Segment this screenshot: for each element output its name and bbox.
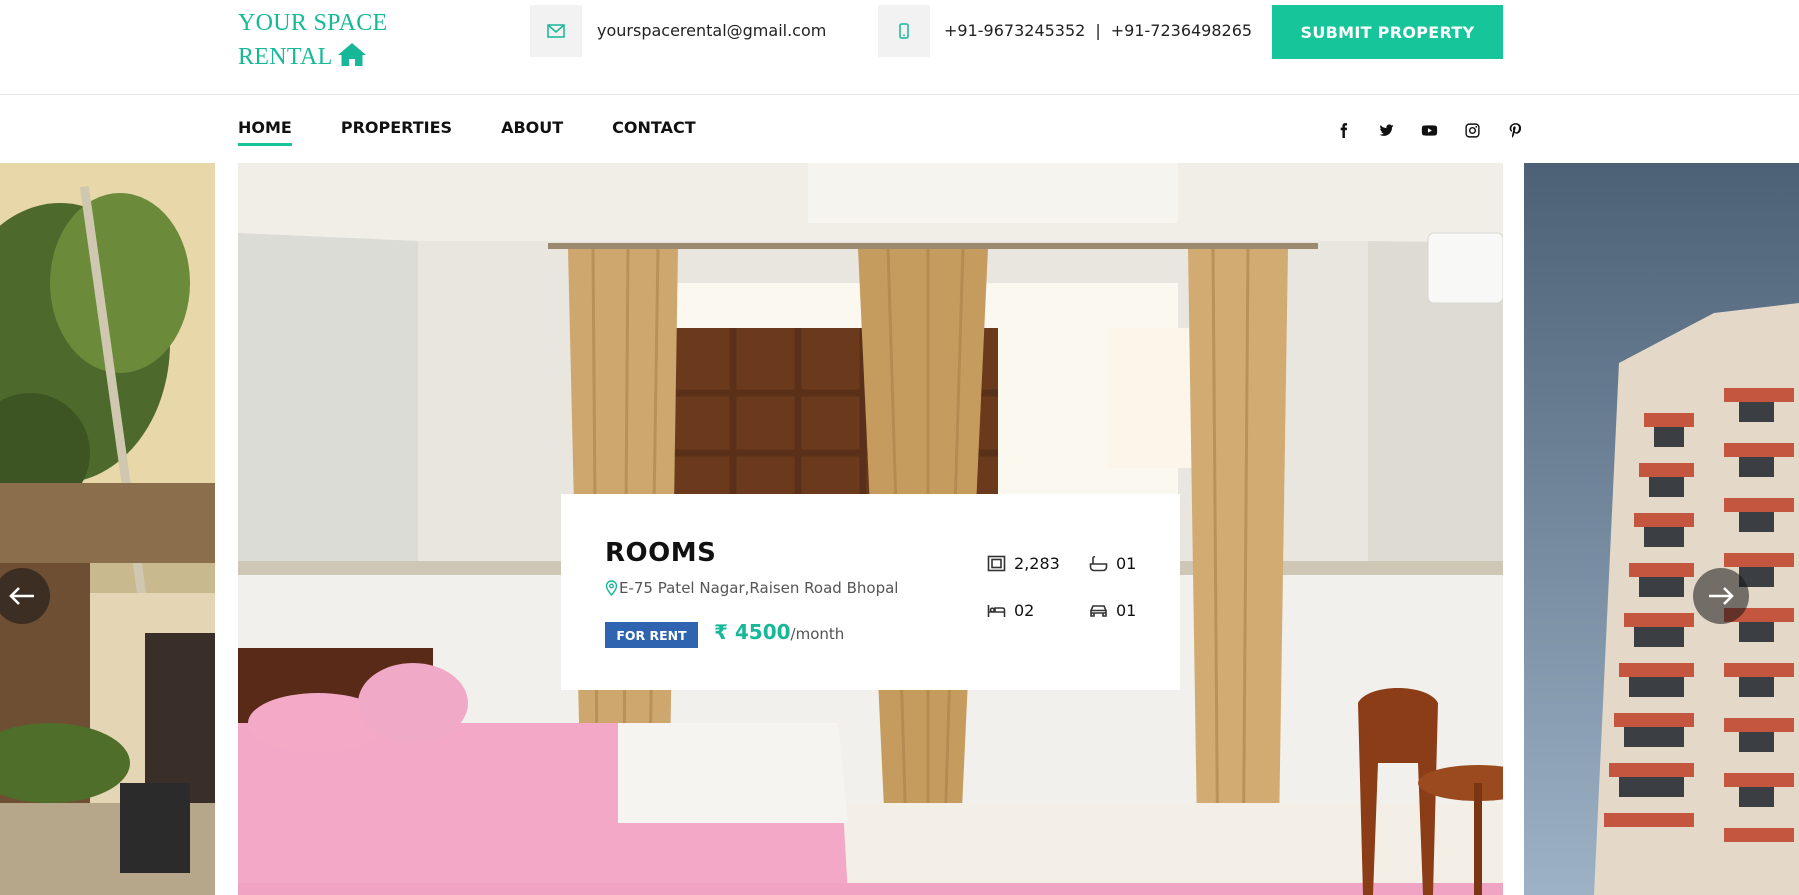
map-pin-icon bbox=[605, 580, 618, 597]
slide-prev-preview[interactable] bbox=[0, 163, 215, 895]
bath-value: 01 bbox=[1116, 554, 1137, 573]
logo-line-1: YOUR SPACE bbox=[238, 10, 388, 36]
mobile-phone-icon bbox=[899, 23, 909, 39]
submit-property-button[interactable]: SUBMIT PROPERTY bbox=[1272, 5, 1503, 59]
bed-icon bbox=[987, 605, 1006, 617]
top-bar: YOUR SPACE RENTAL yourspacerental@gmail.… bbox=[0, 0, 1799, 95]
bathtub-icon bbox=[1089, 556, 1108, 572]
slider-next-button[interactable] bbox=[1693, 568, 1749, 624]
property-card[interactable]: ROOMS E-75 Patel Nagar,Raisen Road Bhopa… bbox=[561, 494, 1180, 690]
phone-numbers: +91-9673245352 | +91-7236498265 bbox=[944, 21, 1252, 40]
email-link[interactable]: yourspacerental@gmail.com bbox=[597, 21, 826, 40]
slide-next-preview[interactable] bbox=[1524, 163, 1799, 895]
twitter-icon[interactable] bbox=[1365, 119, 1408, 141]
phone-separator: | bbox=[1095, 21, 1101, 40]
apartment-building-image bbox=[1524, 163, 1799, 895]
nav-item-home[interactable]: HOME bbox=[238, 118, 292, 146]
youtube-icon[interactable] bbox=[1408, 119, 1451, 141]
site-logo[interactable]: YOUR SPACE RENTAL bbox=[238, 6, 388, 74]
property-price: ₹ 4500/month bbox=[714, 620, 844, 644]
social-links bbox=[1322, 119, 1537, 141]
bed-stat: 02 bbox=[987, 601, 1034, 620]
arrow-left-icon bbox=[9, 587, 34, 605]
logo-line-2: RENTAL bbox=[238, 44, 333, 70]
phone-link-1[interactable]: +91-9673245352 bbox=[944, 21, 1085, 40]
car-icon bbox=[1090, 605, 1107, 617]
garage-stat: 01 bbox=[1089, 601, 1136, 620]
price-amount: ₹ 4500 bbox=[714, 620, 791, 644]
nav-item-properties[interactable]: PROPERTIES bbox=[341, 118, 452, 146]
main-nav: HOME PROPERTIES ABOUT CONTACT bbox=[238, 118, 745, 146]
email-icon-box bbox=[530, 5, 582, 57]
arrow-right-icon bbox=[1709, 587, 1734, 605]
area-icon bbox=[987, 555, 1006, 572]
area-stat: 2,283 bbox=[987, 554, 1060, 573]
garage-value: 01 bbox=[1116, 601, 1137, 620]
house-exterior-image bbox=[0, 163, 215, 895]
nav-item-about[interactable]: ABOUT bbox=[501, 118, 563, 146]
facebook-icon[interactable] bbox=[1322, 119, 1365, 141]
property-address: E-75 Patel Nagar,Raisen Road Bhopal bbox=[605, 579, 898, 597]
area-value: 2,283 bbox=[1014, 554, 1060, 573]
bed-value: 02 bbox=[1014, 601, 1035, 620]
address-text: E-75 Patel Nagar,Raisen Road Bhopal bbox=[619, 579, 899, 597]
property-title[interactable]: ROOMS bbox=[605, 538, 716, 568]
logo-line-2-wrap: RENTAL bbox=[238, 40, 388, 74]
nav-item-contact[interactable]: CONTACT bbox=[612, 118, 695, 146]
pinterest-icon[interactable] bbox=[1494, 119, 1537, 141]
home-icon bbox=[337, 43, 366, 66]
phone-icon-box bbox=[878, 5, 930, 57]
instagram-icon[interactable] bbox=[1451, 119, 1494, 141]
envelope-icon bbox=[547, 24, 565, 38]
bath-stat: 01 bbox=[1089, 554, 1136, 573]
price-period: /month bbox=[790, 625, 845, 643]
status-badge: FOR RENT bbox=[605, 622, 698, 648]
phone-link-2[interactable]: +91-7236498265 bbox=[1111, 21, 1252, 40]
